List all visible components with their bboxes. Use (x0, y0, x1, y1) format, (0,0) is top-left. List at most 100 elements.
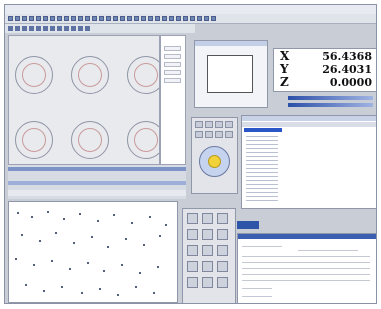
jog-button[interactable] (195, 131, 203, 138)
toolbar-button[interactable] (141, 16, 146, 21)
keypad-button[interactable] (202, 261, 213, 272)
keypad-button[interactable] (187, 245, 198, 256)
toolbar-button[interactable] (43, 16, 48, 21)
keypad-button[interactable] (187, 229, 198, 240)
jog-button[interactable] (215, 131, 223, 138)
table-row[interactable] (246, 196, 278, 197)
report-tab[interactable] (237, 221, 259, 229)
table-row[interactable] (246, 164, 278, 165)
keypad-button[interactable] (217, 261, 228, 272)
table-row[interactable] (246, 148, 278, 149)
table-row[interactable] (246, 188, 278, 189)
toolbar-button[interactable] (92, 16, 97, 21)
toolbar-button[interactable] (57, 26, 62, 31)
toolbar-button[interactable] (155, 16, 160, 21)
keypad-button[interactable] (187, 277, 198, 288)
toolbar-button[interactable] (29, 16, 34, 21)
jog-button[interactable] (205, 121, 213, 128)
keypad-button[interactable] (202, 245, 213, 256)
measured-circle[interactable] (15, 121, 53, 159)
table-row[interactable] (246, 172, 278, 173)
measured-circle[interactable] (71, 56, 109, 94)
jog-dial-center[interactable] (208, 155, 221, 168)
toolbar-button[interactable] (8, 26, 13, 31)
measured-circle[interactable] (71, 121, 109, 159)
toolbar-button[interactable] (134, 16, 139, 21)
toolbar-button[interactable] (64, 16, 69, 21)
toolbar-button[interactable] (176, 16, 181, 21)
table-row[interactable] (246, 140, 278, 141)
table-row[interactable] (246, 160, 278, 161)
toolbar-button[interactable] (78, 26, 83, 31)
jog-dial[interactable] (199, 146, 230, 177)
toolbar-button[interactable] (64, 26, 69, 31)
point-cloud-view[interactable] (8, 201, 178, 303)
toolbar-button[interactable] (78, 16, 83, 21)
menu-bar[interactable] (5, 5, 376, 14)
jog-button[interactable] (225, 131, 233, 138)
cad-graphics-view[interactable] (8, 35, 160, 165)
toolbar-button[interactable] (22, 16, 27, 21)
command-strip[interactable] (8, 190, 186, 196)
table-row[interactable] (246, 176, 278, 177)
jog-button[interactable] (205, 131, 213, 138)
jog-button[interactable] (195, 121, 203, 128)
table-row[interactable] (246, 184, 278, 185)
table-row[interactable] (246, 200, 278, 201)
toolbar-button[interactable] (8, 16, 13, 21)
toolbar-button[interactable] (120, 16, 125, 21)
property-field[interactable] (164, 54, 181, 59)
toolbar-button[interactable] (36, 16, 41, 21)
table-row[interactable] (246, 156, 278, 157)
selected-row[interactable] (244, 128, 282, 132)
preview-title-bar[interactable] (195, 41, 267, 46)
keypad-button[interactable] (202, 213, 213, 224)
toolbar-button[interactable] (71, 16, 76, 21)
toolbar-button[interactable] (36, 26, 41, 31)
toolbar-button[interactable] (148, 16, 153, 21)
toolbar-button[interactable] (50, 26, 55, 31)
report-title-bar[interactable] (238, 234, 376, 239)
toolbar-button[interactable] (29, 26, 34, 31)
toolbar-button[interactable] (15, 16, 20, 21)
table-row[interactable] (246, 168, 278, 169)
keypad-button[interactable] (187, 213, 198, 224)
table-row[interactable] (246, 152, 278, 153)
toolbar-button[interactable] (113, 16, 118, 21)
toolbar-button[interactable] (50, 16, 55, 21)
toolbar-button[interactable] (162, 16, 167, 21)
toolbar-button[interactable] (99, 16, 104, 21)
keypad-button[interactable] (202, 229, 213, 240)
toolbar-button[interactable] (15, 26, 20, 31)
toolbar-button[interactable] (204, 16, 209, 21)
toolbar-button[interactable] (106, 16, 111, 21)
table-row[interactable] (246, 144, 278, 145)
keypad-button[interactable] (217, 277, 228, 288)
toolbar-button[interactable] (85, 16, 90, 21)
toolbar-button[interactable] (71, 26, 76, 31)
toolbar-button[interactable] (183, 16, 188, 21)
measured-circle[interactable] (127, 121, 159, 159)
toolbar-button[interactable] (169, 16, 174, 21)
property-field[interactable] (164, 70, 181, 75)
toolbar-button[interactable] (190, 16, 195, 21)
jog-button[interactable] (225, 121, 233, 128)
toolbar-button[interactable] (85, 26, 90, 31)
table-row[interactable] (246, 136, 278, 137)
toolbar-button[interactable] (43, 26, 48, 31)
table-row[interactable] (246, 192, 278, 193)
keypad-button[interactable] (217, 245, 228, 256)
keypad-button[interactable] (217, 229, 228, 240)
toolbar-button[interactable] (57, 16, 62, 21)
toolbar-button[interactable] (22, 26, 27, 31)
keypad-button[interactable] (187, 261, 198, 272)
jog-button[interactable] (215, 121, 223, 128)
measured-circle[interactable] (127, 56, 159, 94)
property-field[interactable] (164, 62, 181, 67)
keypad-button[interactable] (217, 213, 228, 224)
toolbar-button[interactable] (127, 16, 132, 21)
property-field[interactable] (164, 78, 181, 83)
keypad-button[interactable] (202, 277, 213, 288)
table-title-bar[interactable] (242, 116, 376, 121)
table-row[interactable] (246, 180, 278, 181)
